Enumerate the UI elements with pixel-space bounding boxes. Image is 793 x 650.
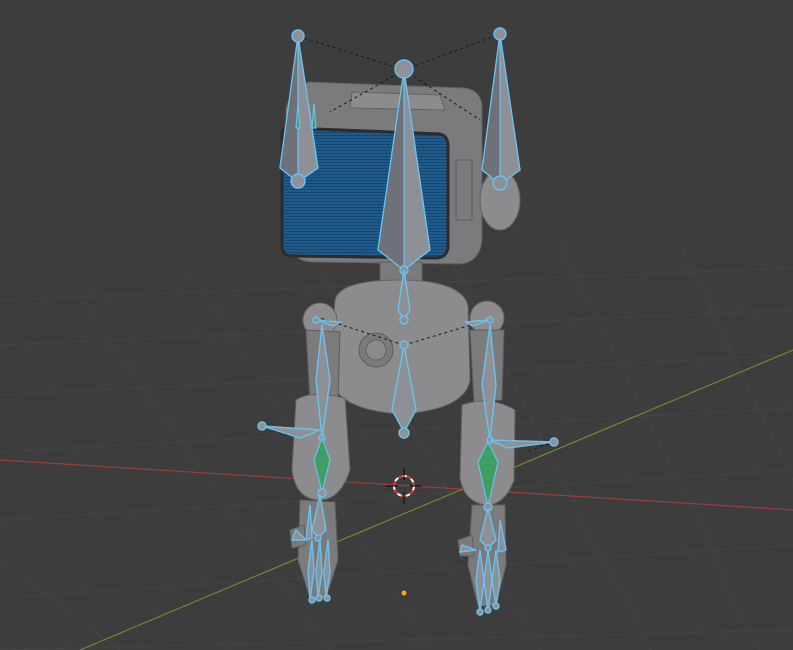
viewport-canvas[interactable] — [0, 0, 793, 650]
x-axis-line — [0, 459, 793, 511]
origin-point-icon[interactable] — [400, 589, 408, 597]
3d-viewport[interactable] — [0, 0, 793, 650]
